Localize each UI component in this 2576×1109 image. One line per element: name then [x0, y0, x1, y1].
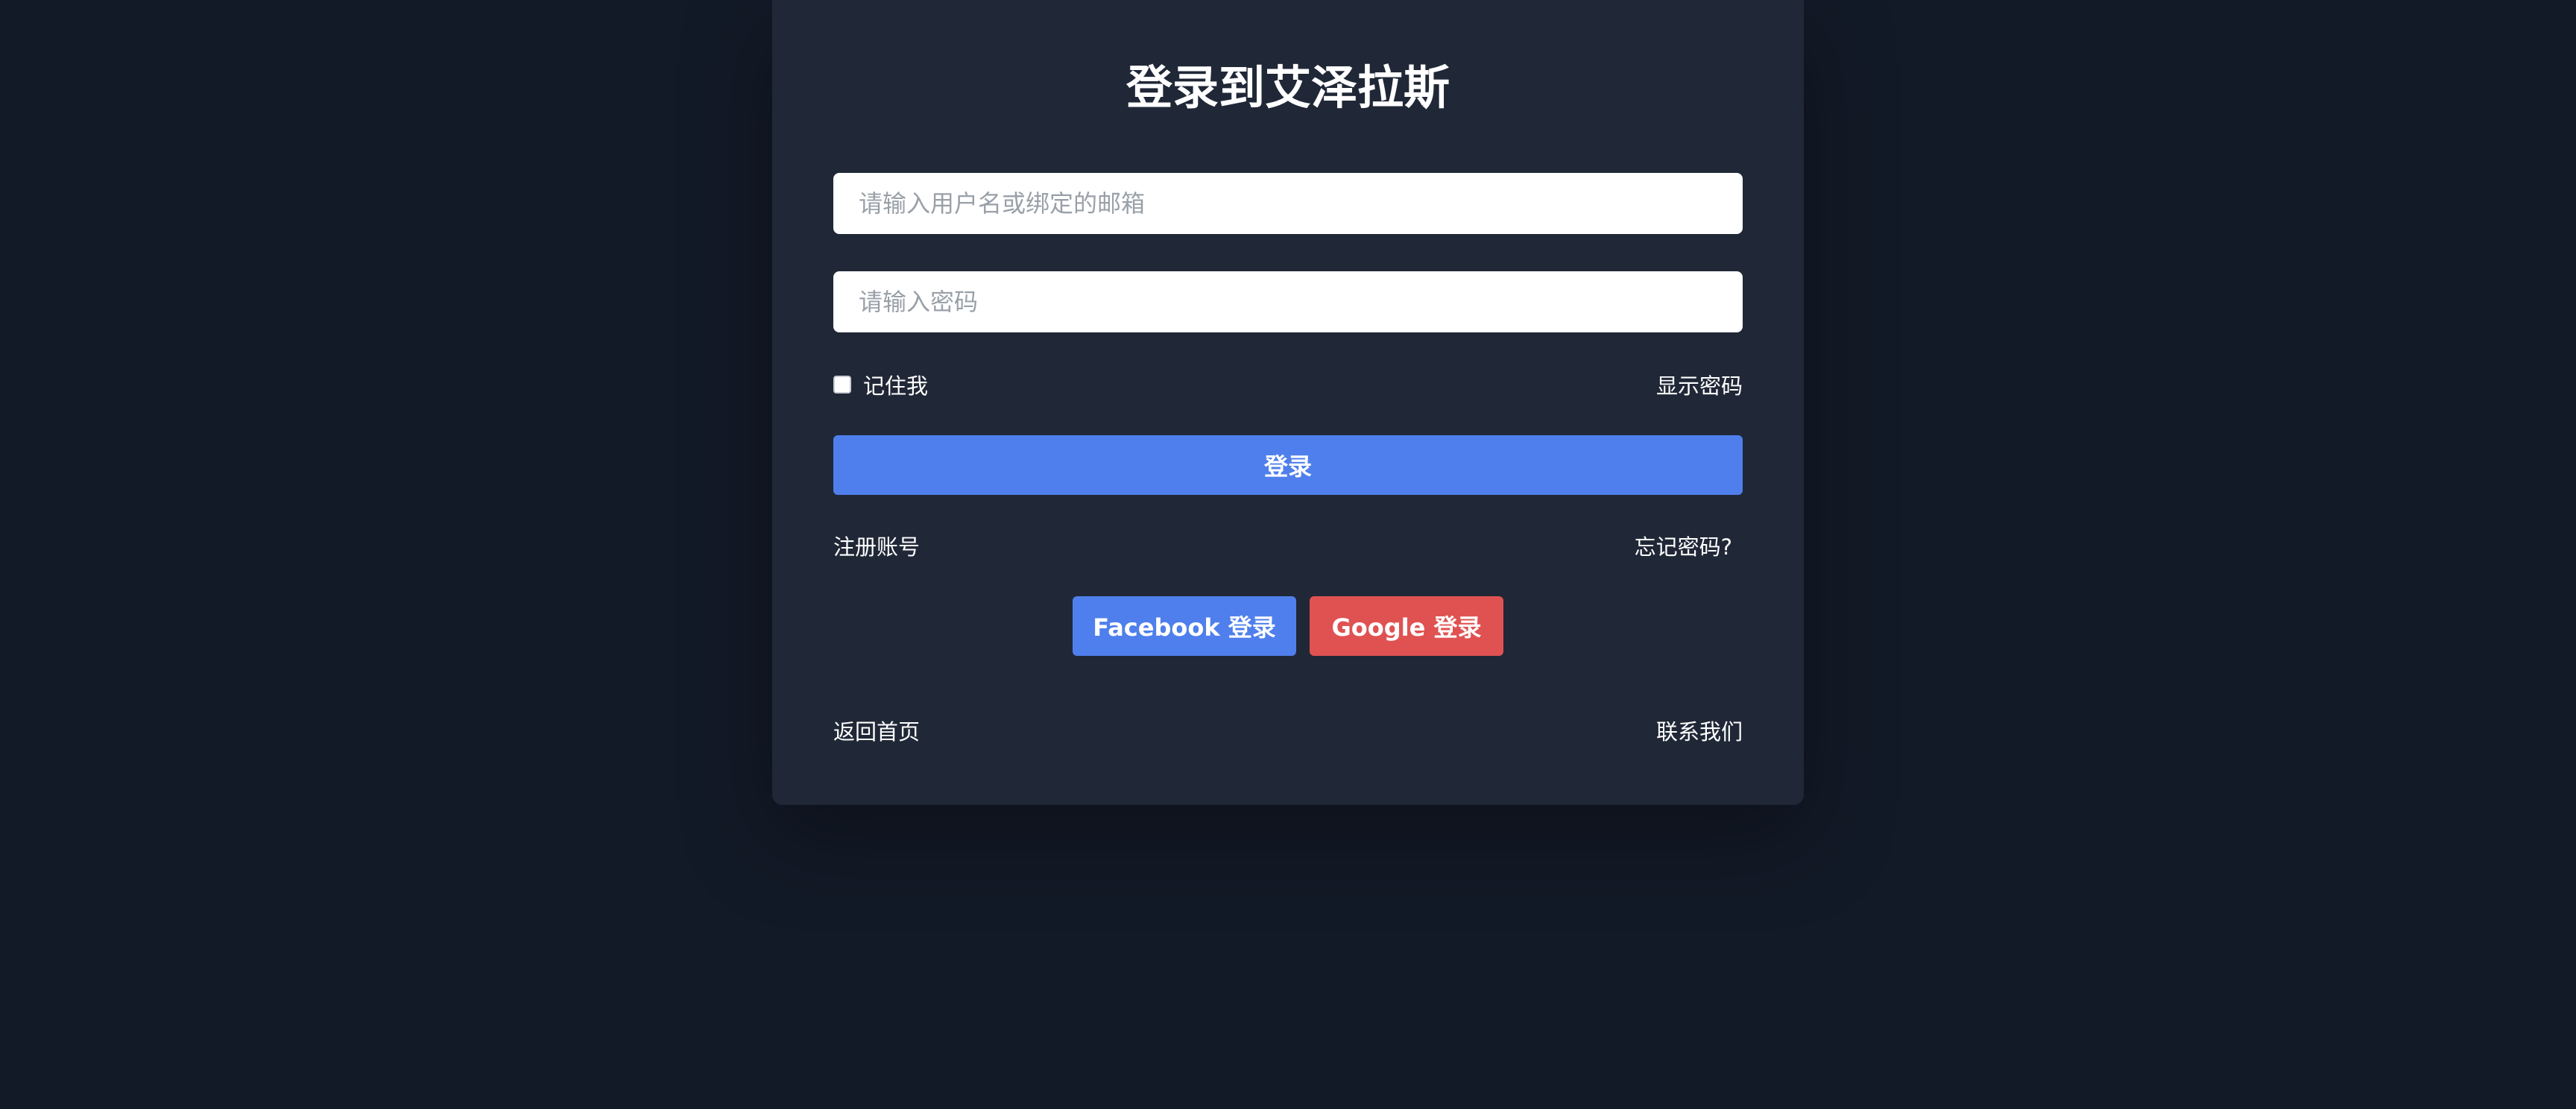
footer-links: 返回首页 联系我们 — [833, 714, 1743, 747]
register-link[interactable]: 注册账号 — [833, 530, 920, 561]
facebook-login-button[interactable]: Facebook 登录 — [1073, 596, 1296, 656]
password-input[interactable] — [833, 271, 1743, 332]
remember-checkbox[interactable] — [833, 376, 851, 394]
google-login-button[interactable]: Google 登录 — [1310, 596, 1503, 656]
username-input[interactable] — [833, 173, 1743, 234]
page-title: 登录到艾泽拉斯 — [1126, 60, 1450, 115]
login-options: 记住我 显示密码 — [833, 368, 1743, 401]
remember-label: 记住我 — [863, 373, 929, 399]
contact-link[interactable]: 联系我们 — [1656, 715, 1743, 746]
home-link[interactable]: 返回首页 — [833, 715, 920, 746]
account-links: 注册账号 忘记密码? — [833, 529, 1743, 562]
remember-me[interactable]: 记住我 — [833, 369, 928, 400]
login-card: 登录到艾泽拉斯 记住我 显示密码 登录 注册账号 忘记密码? Facebook … — [772, 0, 1804, 805]
forgot-password-link[interactable]: 忘记密码? — [1635, 530, 1732, 561]
show-password-link[interactable]: 显示密码 — [1656, 369, 1743, 400]
social-login: Facebook 登录 Google 登录 — [772, 596, 1804, 656]
login-button[interactable]: 登录 — [833, 435, 1743, 495]
